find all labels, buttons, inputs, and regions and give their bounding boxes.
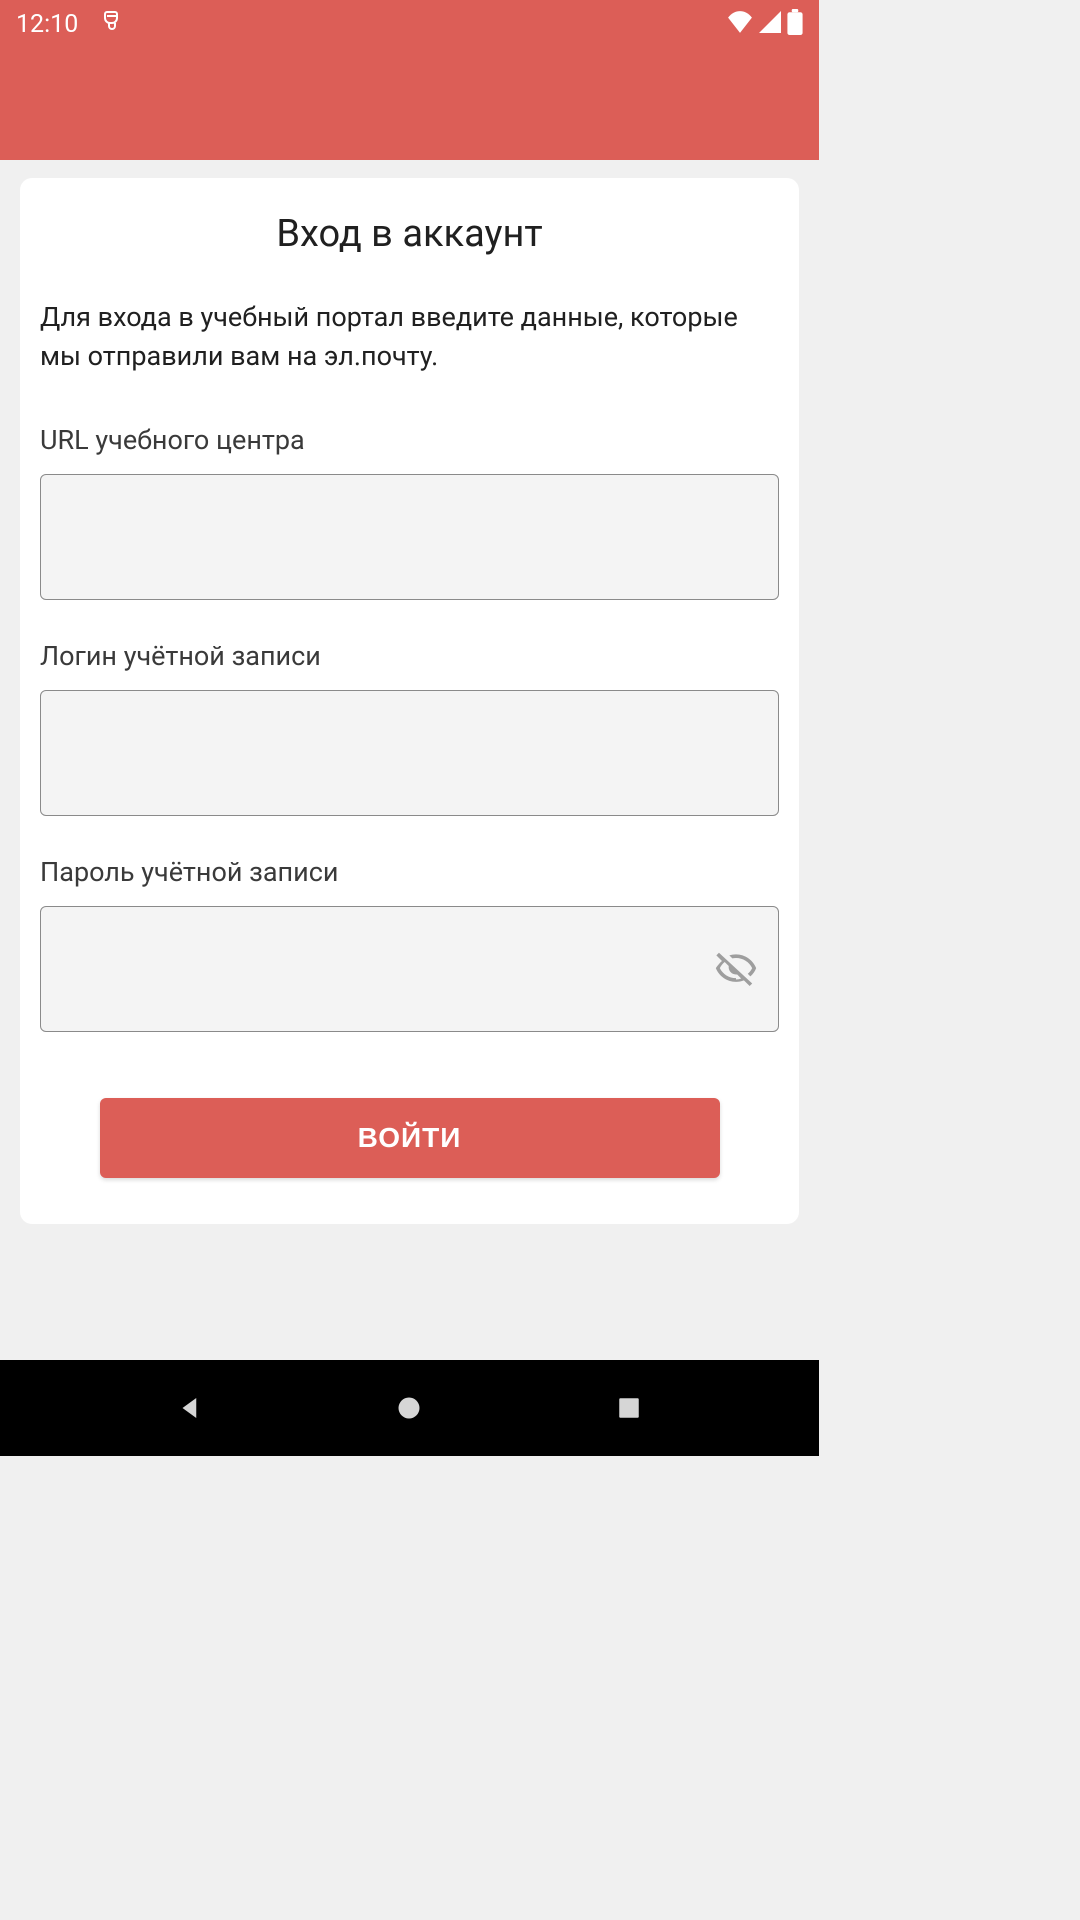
app-indicator-icon xyxy=(100,9,124,40)
password-input[interactable] xyxy=(40,906,779,1032)
status-time: 12:10 xyxy=(16,10,78,39)
login-button[interactable]: ВОЙТИ xyxy=(100,1098,720,1178)
login-label: Логин учётной записи xyxy=(40,640,779,672)
eye-off-icon[interactable] xyxy=(713,946,759,992)
login-description: Для входа в учебный портал введите данны… xyxy=(40,298,779,376)
url-label: URL учебного центра xyxy=(40,424,779,456)
wifi-icon xyxy=(727,11,753,37)
password-field: Пароль учётной записи xyxy=(40,856,779,1032)
password-label: Пароль учётной записи xyxy=(40,856,779,888)
nav-home-icon[interactable] xyxy=(385,1384,433,1432)
login-title: Вход в аккаунт xyxy=(40,212,779,256)
url-field: URL учебного центра xyxy=(40,424,779,600)
password-row xyxy=(40,906,779,1032)
login-card: Вход в аккаунт Для входа в учебный порта… xyxy=(20,178,799,1224)
signal-icon xyxy=(759,11,781,37)
login-input[interactable] xyxy=(40,690,779,816)
status-left: 12:10 xyxy=(16,9,124,40)
nav-recent-icon[interactable] xyxy=(605,1384,653,1432)
status-bar: 12:10 xyxy=(0,0,819,48)
login-field: Логин учётной записи xyxy=(40,640,779,816)
nav-bar xyxy=(0,1360,819,1456)
nav-back-icon[interactable] xyxy=(166,1384,214,1432)
battery-icon xyxy=(787,9,803,39)
url-input[interactable] xyxy=(40,474,779,600)
device-frame: 12:10 xyxy=(0,0,819,1456)
content-area: Вход в аккаунт Для входа в учебный порта… xyxy=(0,160,819,1360)
status-right xyxy=(727,9,803,39)
app-header xyxy=(0,48,819,160)
